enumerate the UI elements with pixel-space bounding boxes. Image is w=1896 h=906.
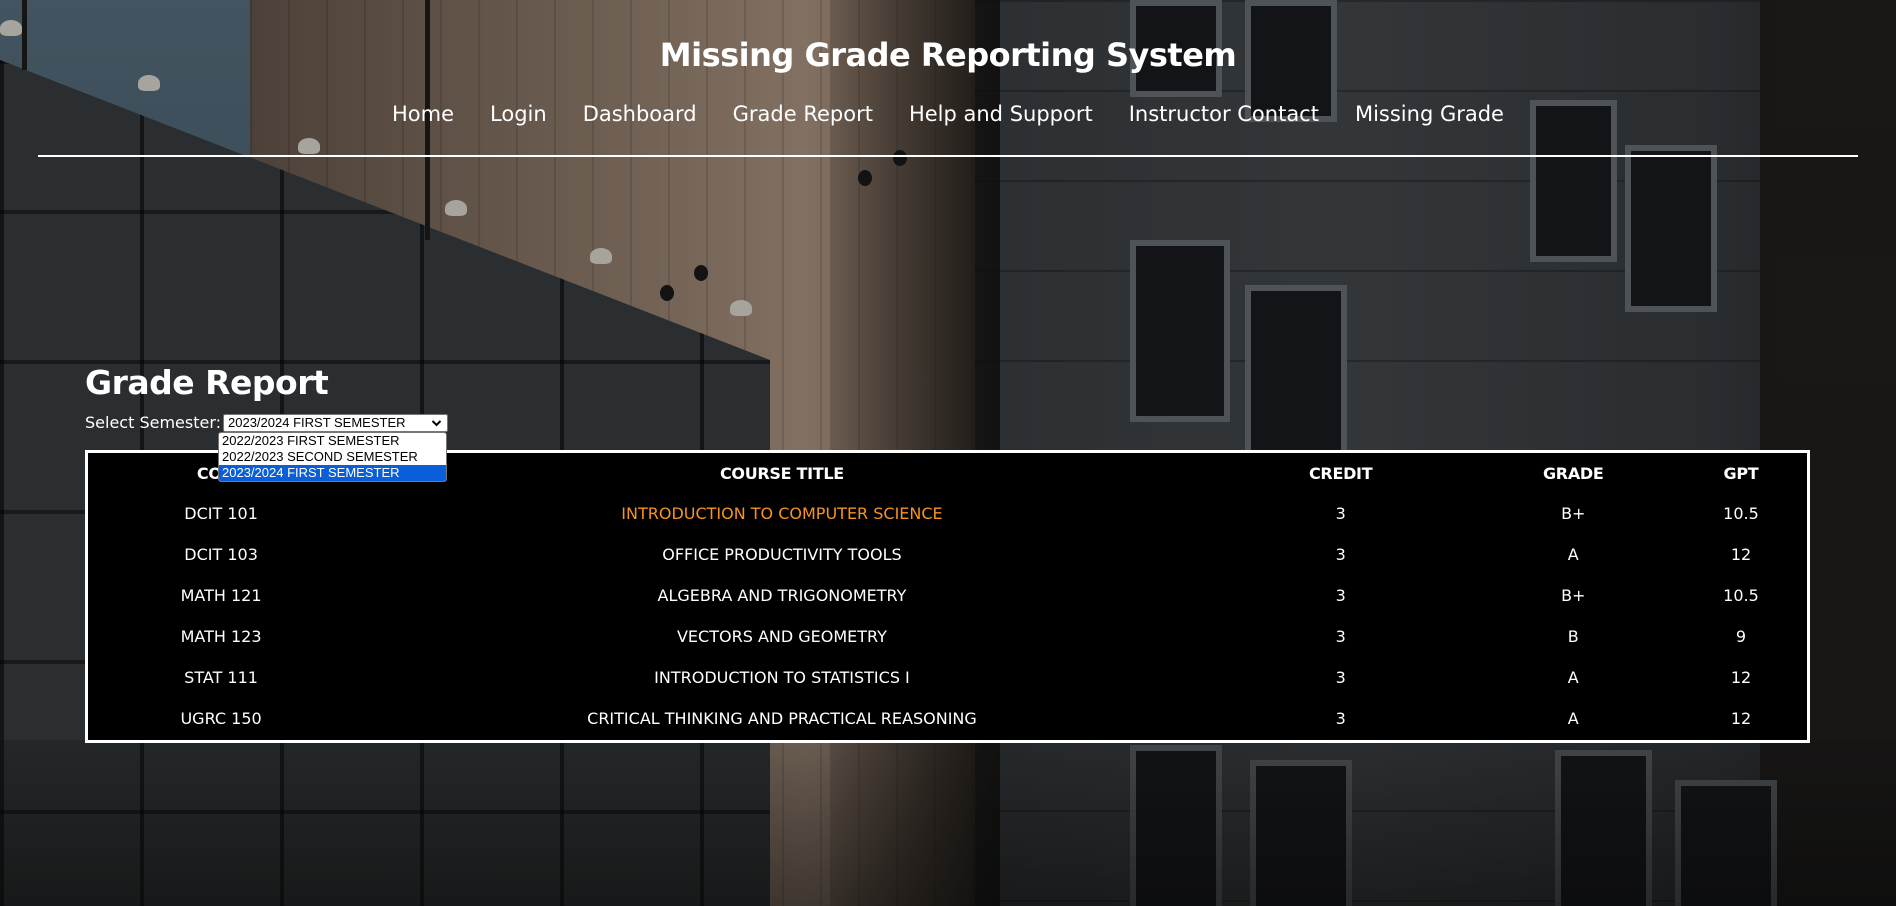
cell-course-title: VECTORS AND GEOMETRY bbox=[676, 627, 887, 646]
cell-course-title: INTRODUCTION TO STATISTICS I bbox=[654, 668, 910, 687]
cell-gpt: 12 bbox=[1730, 545, 1752, 564]
column-header-gpt: GPT bbox=[1723, 463, 1759, 483]
nav-help-and-support[interactable]: Help and Support bbox=[909, 102, 1093, 126]
table-row: MATH 123 VECTORS AND GEOMETRY 3 B 9 bbox=[88, 616, 1807, 657]
table-row: DCIT 103 OFFICE PRODUCTIVITY TOOLS 3 A 1… bbox=[88, 534, 1807, 575]
semester-dropdown-list: 2022/2023 FIRST SEMESTER 2022/2023 SECON… bbox=[218, 432, 447, 482]
cell-course-title: ALGEBRA AND TRIGONOMETRY bbox=[657, 586, 907, 605]
cell-credit: 3 bbox=[1335, 668, 1346, 687]
nav-missing-grade[interactable]: Missing Grade bbox=[1355, 102, 1504, 126]
column-header-course-title: COURSE TITLE bbox=[719, 463, 844, 483]
cell-credit: 3 bbox=[1335, 545, 1346, 564]
site-title: Missing Grade Reporting System bbox=[659, 36, 1237, 74]
column-header-credit: CREDIT bbox=[1308, 463, 1373, 483]
cell-grade: A bbox=[1567, 545, 1579, 564]
nav-home[interactable]: Home bbox=[392, 102, 454, 126]
cell-code: MATH 123 bbox=[180, 627, 262, 646]
cell-course-title: CRITICAL THINKING AND PRACTICAL REASONIN… bbox=[587, 709, 977, 728]
cell-credit: 3 bbox=[1335, 709, 1346, 728]
semester-select[interactable]: 2023/2024 FIRST SEMESTER bbox=[223, 413, 449, 432]
table-row: MATH 121 ALGEBRA AND TRIGONOMETRY 3 B+ 1… bbox=[88, 575, 1807, 616]
nav-grade-report[interactable]: Grade Report bbox=[733, 102, 873, 126]
cell-code: MATH 121 bbox=[180, 586, 262, 605]
main-nav: Home Login Dashboard Grade Report Help a… bbox=[0, 102, 1896, 126]
page-title: Grade Report bbox=[85, 363, 329, 402]
cell-course-title: OFFICE PRODUCTIVITY TOOLS bbox=[662, 545, 902, 564]
semester-selector-row: Select Semester: 2023/2024 FIRST SEMESTE… bbox=[85, 413, 449, 432]
cell-grade: A bbox=[1567, 668, 1579, 687]
table-row: DCIT 101 INTRODUCTION TO COMPUTER SCIENC… bbox=[88, 493, 1807, 534]
grade-table: CODE COURSE TITLE CREDIT GRADE GPT DCIT … bbox=[88, 453, 1807, 739]
semester-label: Select Semester: bbox=[85, 413, 222, 432]
cell-code: DCIT 103 bbox=[184, 545, 258, 564]
cell-grade: B+ bbox=[1561, 586, 1586, 605]
cell-gpt: 10.5 bbox=[1723, 504, 1759, 523]
cell-grade: B+ bbox=[1561, 504, 1586, 523]
table-row: UGRC 150 CRITICAL THINKING AND PRACTICAL… bbox=[88, 698, 1807, 739]
cell-code: STAT 111 bbox=[184, 668, 258, 687]
header-divider bbox=[38, 155, 1858, 157]
semester-option[interactable]: 2022/2023 SECOND SEMESTER bbox=[219, 449, 446, 465]
cell-grade: B bbox=[1567, 627, 1579, 646]
semester-select-value: 2023/2024 FIRST SEMESTER bbox=[228, 414, 406, 430]
cell-gpt: 9 bbox=[1735, 627, 1747, 646]
nav-dashboard[interactable]: Dashboard bbox=[583, 102, 697, 126]
cell-credit: 3 bbox=[1335, 586, 1346, 605]
cell-grade: A bbox=[1567, 709, 1579, 728]
cell-gpt: 12 bbox=[1730, 709, 1752, 728]
table-row: STAT 111 INTRODUCTION TO STATISTICS I 3 … bbox=[88, 657, 1807, 698]
cell-course-title[interactable]: INTRODUCTION TO COMPUTER SCIENCE bbox=[354, 493, 1210, 534]
cell-gpt: 10.5 bbox=[1723, 586, 1759, 605]
nav-instructor-contact[interactable]: Instructor Contact bbox=[1129, 102, 1319, 126]
semester-option-selected[interactable]: 2023/2024 FIRST SEMESTER bbox=[219, 465, 446, 481]
cell-code: UGRC 150 bbox=[180, 709, 262, 728]
nav-login[interactable]: Login bbox=[490, 102, 547, 126]
semester-option[interactable]: 2022/2023 FIRST SEMESTER bbox=[219, 433, 446, 449]
column-header-grade: GRADE bbox=[1542, 463, 1604, 483]
cell-credit: 3 bbox=[1335, 504, 1346, 523]
cell-credit: 3 bbox=[1335, 627, 1346, 646]
cell-code: DCIT 101 bbox=[184, 504, 258, 523]
cell-gpt: 12 bbox=[1730, 668, 1752, 687]
grade-table-container: CODE COURSE TITLE CREDIT GRADE GPT DCIT … bbox=[85, 450, 1810, 743]
